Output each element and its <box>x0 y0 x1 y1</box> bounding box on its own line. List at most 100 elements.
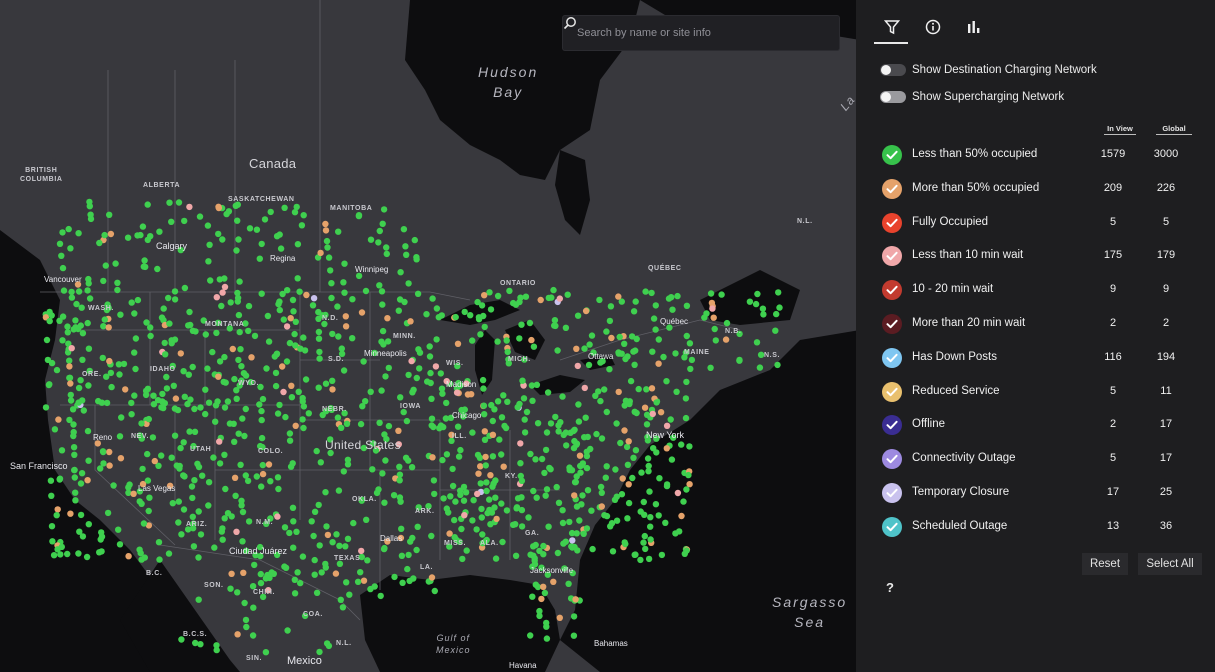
charger-site-marker[interactable] <box>78 470 86 477</box>
charger-site-marker[interactable] <box>104 509 112 517</box>
charger-site-marker[interactable] <box>274 474 282 481</box>
charger-site-marker[interactable] <box>239 538 246 545</box>
charger-site-marker[interactable] <box>311 571 318 578</box>
charger-site-marker[interactable] <box>367 236 375 243</box>
charger-site-marker[interactable] <box>338 345 345 352</box>
charger-site-marker[interactable] <box>281 524 289 531</box>
charger-site-marker[interactable] <box>147 233 154 240</box>
charger-site-marker[interactable] <box>286 430 294 437</box>
charger-site-marker[interactable] <box>621 402 628 409</box>
charger-site-marker[interactable] <box>274 410 282 417</box>
charger-site-marker[interactable] <box>469 517 476 524</box>
charger-site-marker[interactable] <box>367 388 374 395</box>
charger-site-marker[interactable] <box>222 379 229 386</box>
charger-site-marker[interactable] <box>122 386 129 393</box>
charger-site-marker[interactable] <box>557 419 564 426</box>
charger-site-marker[interactable] <box>280 316 287 323</box>
charger-site-marker[interactable] <box>310 532 317 540</box>
charger-site-marker[interactable] <box>426 343 433 350</box>
charger-site-marker[interactable] <box>311 508 319 515</box>
charger-site-marker[interactable] <box>360 577 368 584</box>
charger-site-marker[interactable] <box>186 308 193 316</box>
charger-site-marker[interactable] <box>492 494 499 501</box>
charger-site-marker[interactable] <box>282 564 290 571</box>
charger-site-marker[interactable] <box>736 357 743 364</box>
charger-site-marker[interactable] <box>202 386 209 393</box>
charger-site-marker[interactable] <box>414 523 421 530</box>
charger-site-marker[interactable] <box>149 434 157 441</box>
charger-site-marker[interactable] <box>189 327 197 334</box>
charger-site-marker[interactable] <box>530 343 538 350</box>
charger-site-marker[interactable] <box>410 386 417 393</box>
charger-site-marker[interactable] <box>566 464 573 471</box>
charger-site-marker[interactable] <box>400 226 408 233</box>
charger-site-marker[interactable] <box>110 482 117 489</box>
charger-site-marker[interactable] <box>143 319 150 326</box>
charger-site-marker[interactable] <box>309 302 317 309</box>
charger-site-marker[interactable] <box>249 632 257 639</box>
charger-site-marker[interactable] <box>407 538 414 545</box>
charger-site-marker[interactable] <box>518 321 525 328</box>
charger-site-marker[interactable] <box>234 589 241 596</box>
charger-site-marker[interactable] <box>722 336 730 343</box>
charger-site-marker[interactable] <box>528 382 536 389</box>
charger-site-marker[interactable] <box>166 199 173 206</box>
charger-site-marker[interactable] <box>559 507 566 514</box>
charger-site-marker[interactable] <box>574 362 581 370</box>
charger-site-marker[interactable] <box>375 239 382 246</box>
charger-site-marker[interactable] <box>116 371 123 378</box>
charger-site-marker[interactable] <box>276 231 283 238</box>
charger-site-marker[interactable] <box>454 423 462 430</box>
charger-site-marker[interactable] <box>414 290 422 297</box>
charger-site-marker[interactable] <box>613 517 621 524</box>
charger-site-marker[interactable] <box>128 299 135 306</box>
charger-site-marker[interactable] <box>132 335 140 342</box>
charger-site-marker[interactable] <box>640 539 647 546</box>
charger-site-marker[interactable] <box>428 395 435 402</box>
charger-site-marker[interactable] <box>542 492 549 499</box>
charger-site-marker[interactable] <box>161 339 168 347</box>
charger-site-marker[interactable] <box>652 302 659 309</box>
charger-site-marker[interactable] <box>85 345 93 352</box>
charger-site-marker[interactable] <box>181 284 189 292</box>
charger-site-marker[interactable] <box>674 292 681 300</box>
charger-site-marker[interactable] <box>210 454 217 461</box>
charger-site-marker[interactable] <box>58 543 65 551</box>
status-check-icon[interactable] <box>882 483 902 503</box>
charger-site-marker[interactable] <box>219 289 226 296</box>
charger-site-marker[interactable] <box>298 222 306 229</box>
charger-site-marker[interactable] <box>500 463 507 470</box>
charger-site-marker[interactable] <box>405 551 412 559</box>
charger-site-marker[interactable] <box>541 589 549 597</box>
charger-site-marker[interactable] <box>346 591 353 598</box>
charger-site-marker[interactable] <box>481 323 488 331</box>
charger-site-marker[interactable] <box>349 335 356 342</box>
charger-site-marker[interactable] <box>180 368 187 375</box>
charger-site-marker[interactable] <box>596 296 603 304</box>
charger-site-marker[interactable] <box>529 593 536 600</box>
charger-site-marker[interactable] <box>650 445 657 452</box>
charger-site-marker[interactable] <box>543 486 551 493</box>
charger-site-marker[interactable] <box>669 306 676 313</box>
charger-site-marker[interactable] <box>181 393 188 400</box>
charger-site-marker[interactable] <box>376 419 383 426</box>
charger-site-marker[interactable] <box>281 204 288 211</box>
charger-site-marker[interactable] <box>683 547 690 554</box>
charger-site-marker[interactable] <box>499 538 506 546</box>
charger-site-marker[interactable] <box>647 514 654 521</box>
charger-site-marker[interactable] <box>117 455 125 462</box>
charger-site-marker[interactable] <box>233 395 240 402</box>
charger-site-marker[interactable] <box>477 463 484 470</box>
charger-site-marker[interactable] <box>437 370 444 377</box>
charger-site-marker[interactable] <box>480 385 487 392</box>
charger-site-marker[interactable] <box>457 491 464 499</box>
charger-site-marker[interactable] <box>489 483 496 490</box>
charger-site-marker[interactable] <box>577 462 584 470</box>
charger-site-marker[interactable] <box>288 382 295 389</box>
charger-site-marker[interactable] <box>571 492 578 499</box>
charger-site-marker[interactable] <box>58 252 65 259</box>
charger-site-marker[interactable] <box>487 472 494 479</box>
charger-site-marker[interactable] <box>199 472 206 479</box>
charger-site-marker[interactable] <box>489 453 497 460</box>
charger-site-marker[interactable] <box>349 296 356 303</box>
